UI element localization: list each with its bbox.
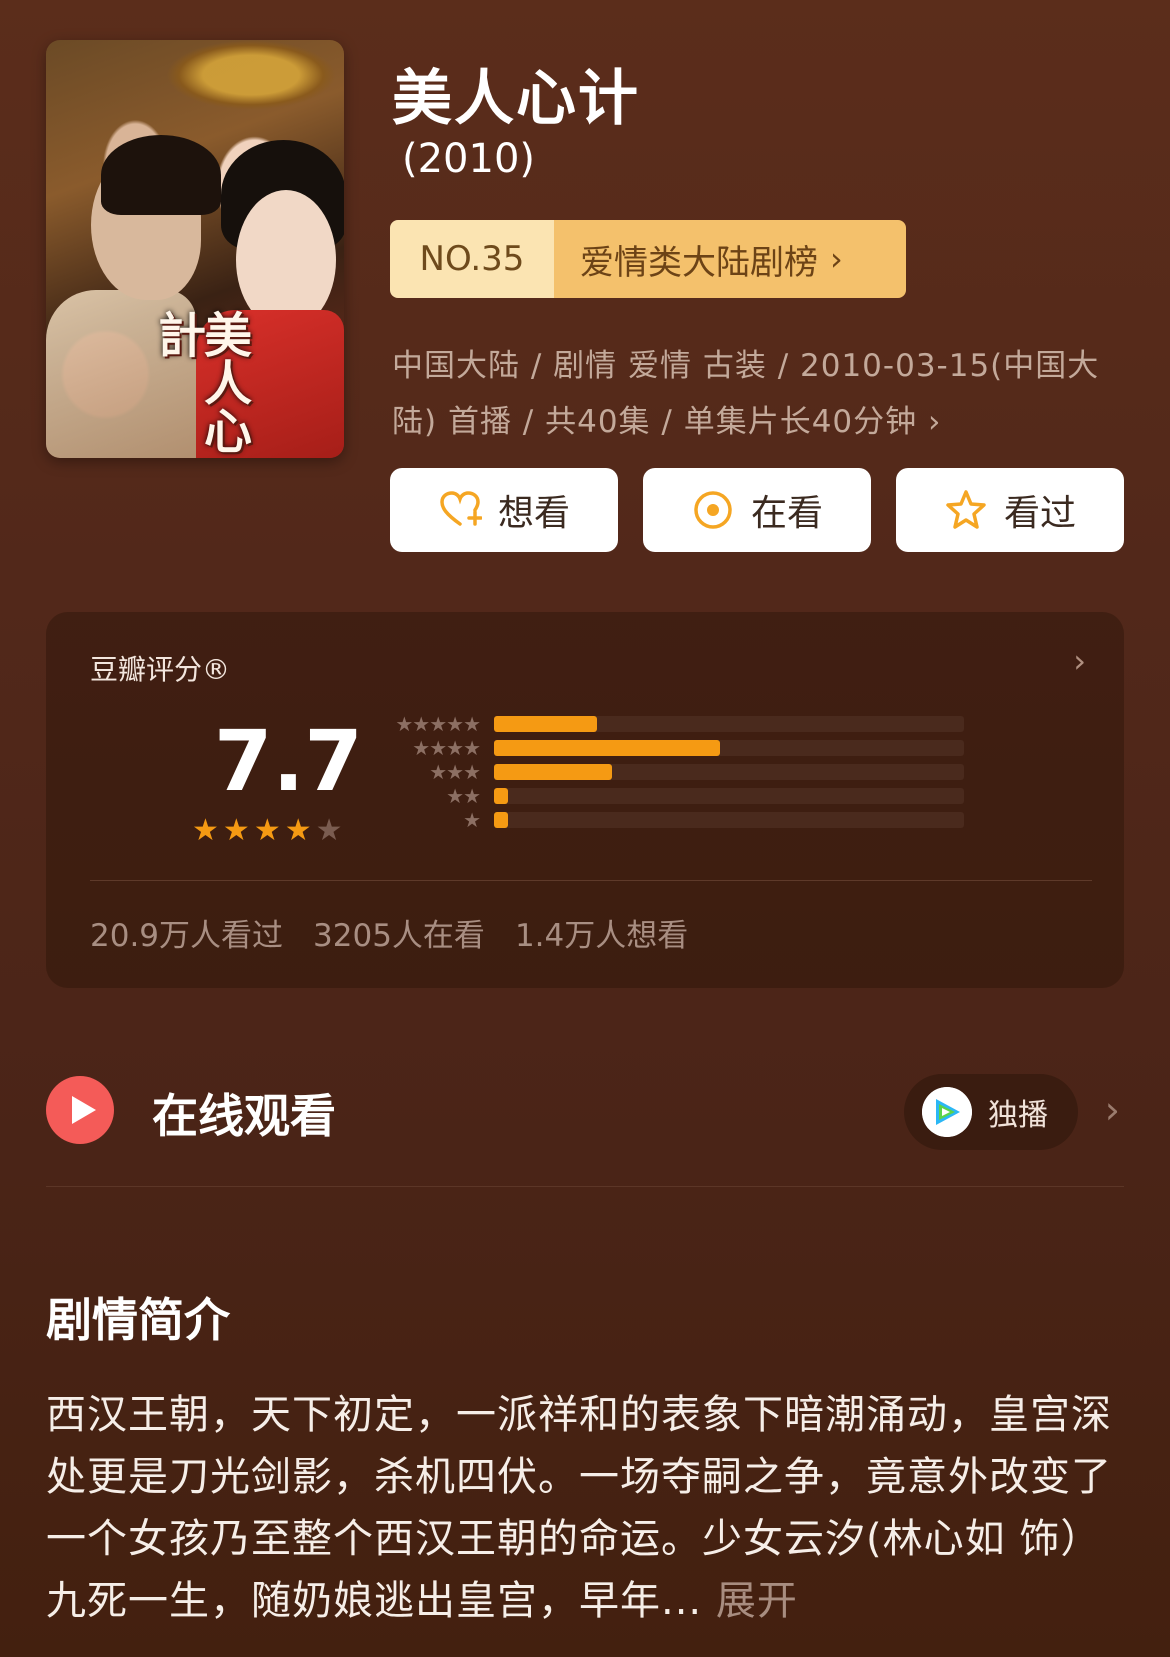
want-to-watch-button[interactable]: 想看 <box>390 468 618 552</box>
star-outline-icon <box>946 490 986 529</box>
watched-button[interactable]: 看过 <box>896 468 1124 552</box>
watching-button[interactable]: 在看 <box>643 468 871 552</box>
synopsis-title: 剧情简介 <box>46 1293 230 1347</box>
chevron-right-icon[interactable]: › <box>1105 1088 1120 1132</box>
rank-list-name: 爱情类大陆剧榜 <box>580 242 818 283</box>
star-filled-icon: ★ <box>284 813 312 848</box>
meta-text: 中国大陆 / 剧情 爱情 古装 / 2010-03-15(中国大陆) 首播 / … <box>392 348 1100 440</box>
distribution-track <box>494 788 964 804</box>
distribution-row: ★ <box>384 808 1024 832</box>
watch-online-title: 在线观看 <box>152 1089 336 1143</box>
play-icon <box>46 1076 114 1144</box>
star-empty-icon: ★ <box>315 813 343 848</box>
rank-list-link[interactable]: 爱情类大陆剧榜 › <box>554 220 906 298</box>
heart-plus-icon <box>440 491 482 526</box>
star-filled-icon: ★ <box>222 813 250 848</box>
distribution-row: ★★★ <box>384 760 1024 784</box>
divider <box>46 1186 1124 1187</box>
distribution-track <box>494 764 964 780</box>
rating-label: 豆瓣评分® <box>90 653 231 686</box>
poster-figure-face-female <box>236 190 336 330</box>
expand-link[interactable]: 展开 <box>702 1578 798 1624</box>
distribution-bar <box>494 764 612 780</box>
distribution-bar <box>494 812 509 828</box>
count-watching: 3205人在看 <box>313 918 485 954</box>
watched-label: 看过 <box>1003 493 1076 534</box>
distribution-star-label: ★★ <box>446 784 481 808</box>
star-filled-icon: ★ <box>253 813 281 848</box>
action-buttons: 想看 在看 看过 <box>390 468 1124 552</box>
target-icon <box>694 491 732 529</box>
rating-score: 7.7 <box>214 712 363 810</box>
show-meta[interactable]: 中国大陆 / 剧情 爱情 古装 / 2010-03-15(中国大陆) 首播 / … <box>392 338 1118 450</box>
platform-badge[interactable]: 独播 <box>904 1074 1078 1150</box>
divider <box>90 880 1092 881</box>
rating-stars: ★ ★ ★ ★ ★ <box>192 816 343 846</box>
rating-distribution: ★★★★★ ★★★★ ★★★ ★★ ★ <box>384 712 1024 832</box>
distribution-row: ★★★★ <box>384 736 1024 760</box>
chevron-right-icon[interactable]: › <box>1073 642 1086 680</box>
watching-label: 在看 <box>750 493 823 534</box>
poster-figure-hair-male <box>101 135 221 215</box>
poster-image[interactable]: 美人心計 <box>46 40 344 458</box>
distribution-row: ★★ <box>384 784 1024 808</box>
watch-online-row[interactable]: 在线观看 独播 › <box>46 1074 1124 1150</box>
distribution-bar <box>494 740 720 756</box>
count-watched: 20.9万人看过 <box>90 918 284 954</box>
show-title: 美人心计 <box>392 64 640 134</box>
distribution-star-label: ★ <box>463 808 481 832</box>
distribution-bar <box>494 716 598 732</box>
distribution-star-label: ★★★★★ <box>395 712 481 736</box>
rating-card[interactable]: 豆瓣评分® › 7.7 ★ ★ ★ ★ ★ ★★★★★ ★★★★ ★★★ ★★ ★ 20.9万人… <box>46 612 1124 988</box>
synopsis-text: 西汉王朝，天下初定，一派祥和的表象下暗潮涌动，皇宫深处更是刀光剑影，杀机四伏。一… <box>46 1384 1124 1632</box>
count-want: 1.4万人想看 <box>514 918 689 954</box>
distribution-star-label: ★★★★ <box>412 736 481 760</box>
star-filled-icon: ★ <box>192 813 219 848</box>
distribution-bar <box>494 788 509 804</box>
rank-badge[interactable]: NO.35 爱情类大陆剧榜 › <box>390 220 906 298</box>
distribution-star-label: ★★★ <box>429 760 481 784</box>
poster-headdress <box>166 40 336 110</box>
chevron-right-icon: › <box>830 240 843 278</box>
rank-number: NO.35 <box>390 220 554 298</box>
rating-counts: 20.9万人看过 3205人在看 1.4万人想看 <box>90 910 688 955</box>
poster-calligraphy: 美人心計 <box>149 310 251 454</box>
distribution-track <box>494 740 964 756</box>
show-year: (2010) <box>402 136 536 182</box>
distribution-track <box>494 716 964 732</box>
synopsis-body: 西汉王朝，天下初定，一派祥和的表象下暗潮涌动，皇宫深处更是刀光剑影，杀机四伏。一… <box>46 1392 1112 1624</box>
distribution-row: ★★★★★ <box>384 712 1024 736</box>
platform-label: 独播 <box>988 1098 1048 1133</box>
want-to-watch-label: 想看 <box>497 493 570 534</box>
distribution-track <box>494 812 964 828</box>
chevron-right-icon: › <box>928 404 942 440</box>
tencent-video-icon <box>922 1087 972 1137</box>
